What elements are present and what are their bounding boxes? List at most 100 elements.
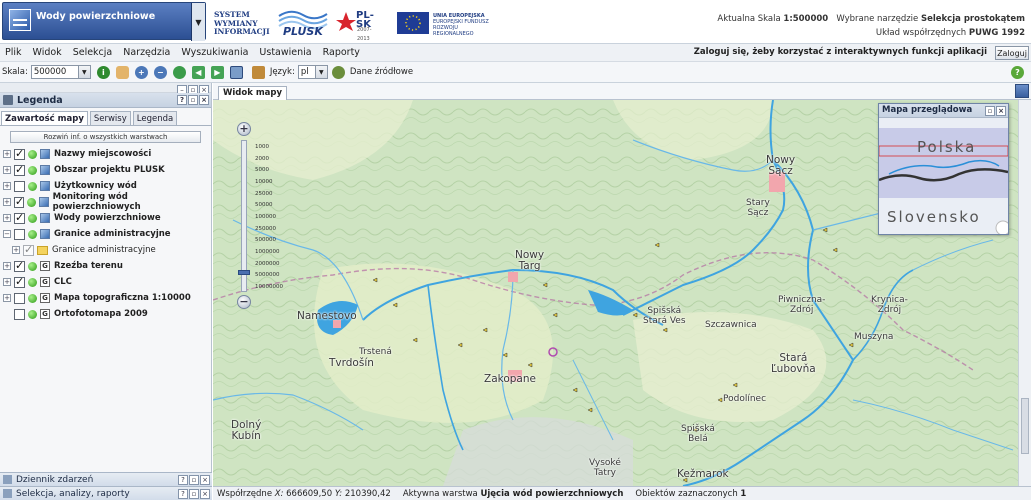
map-canvas[interactable]: Nowy Sącz Stary Sącz Nowy Targ Namestovo Tr… [213, 100, 1018, 486]
menu-reports[interactable]: Raporty [318, 47, 366, 58]
restore-icon[interactable]: ▫ [189, 489, 199, 499]
close-icon[interactable]: × [996, 106, 1006, 116]
map-area: Widok mapy Nowy Sącz Stary Sącz Nowy Tar… [213, 83, 1031, 500]
expand-icon[interactable]: + [3, 294, 11, 302]
login-button[interactable]: Zaloguj [995, 46, 1029, 60]
overview-map-panel: Mapa przeglądowa ▫ × Polska Slovensko [878, 103, 1009, 235]
restore-icon[interactable]: ▫ [189, 475, 199, 485]
layer-checkbox[interactable] [14, 228, 25, 240]
menu-tools[interactable]: Narzędzia [118, 47, 176, 58]
event-log-panel[interactable]: Dziennik zdarzeń ? ▫ × [0, 472, 212, 486]
zoom-slider-handle[interactable] [238, 270, 250, 275]
expand-icon[interactable]: + [3, 198, 11, 206]
menu-file[interactable]: Plik [0, 47, 28, 58]
help-icon[interactable]: ? [177, 95, 187, 105]
layer-item[interactable]: G Ortofotomapa 2009 [0, 306, 211, 322]
raster-layer-icon: G [40, 293, 50, 303]
arrow-left-icon[interactable]: ◀ [191, 65, 205, 79]
layer-checkbox[interactable] [14, 163, 25, 176]
zoom-out-icon[interactable]: − [153, 65, 167, 79]
expand-icon[interactable]: + [3, 182, 11, 190]
scrollbar-thumb[interactable] [1021, 398, 1029, 454]
zoom-in-icon[interactable]: + [134, 65, 148, 79]
help-icon[interactable]: ? [178, 475, 188, 485]
expand-icon[interactable]: + [3, 262, 11, 270]
rectangle-select-icon[interactable] [229, 65, 243, 79]
tab-map-content[interactable]: Zawartość mapy [1, 111, 88, 125]
layer-checkbox[interactable] [14, 308, 25, 320]
water-layer-icon [9, 9, 31, 31]
overview-map[interactable]: Polska Slovensko [879, 118, 1008, 234]
zoom-in-button[interactable]: + [237, 122, 251, 136]
chevron-down-icon[interactable]: ▼ [314, 66, 327, 78]
zoom-scale-label: 5000000 [255, 272, 280, 279]
data-sources-link[interactable]: Dane źródłowe [350, 67, 413, 77]
layer-type-icon [40, 229, 50, 239]
logo-eu: UNIA EUROPEJSKA EUROPEJSKI FUNDUSZ ROZWO… [397, 10, 497, 37]
menu-search[interactable]: Wyszukiwania [176, 47, 254, 58]
layer-item[interactable]: +Obszar projektu PLUSK [0, 162, 211, 178]
help-icon[interactable]: ? [178, 489, 188, 499]
zoom-out-button[interactable]: − [237, 295, 251, 309]
place-label: Namestovo [297, 310, 357, 322]
pan-hand-icon[interactable] [115, 65, 129, 79]
close-icon[interactable]: × [200, 475, 210, 485]
layer-checkbox[interactable] [14, 275, 25, 288]
tab-map-view[interactable]: Widok mapy [218, 86, 288, 100]
expand-icon[interactable]: + [3, 278, 11, 286]
place-label: Kežmarok [677, 468, 729, 480]
chevron-down-icon[interactable]: ▼ [77, 66, 90, 78]
globe-icon[interactable] [172, 65, 186, 79]
layer-item[interactable]: +GCLC [0, 274, 211, 290]
menu-settings[interactable]: Ustawienia [254, 47, 317, 58]
layer-item[interactable]: − Granice administracyjne [0, 226, 211, 242]
layer-item[interactable]: +Nazwy miejscowości [0, 146, 211, 162]
search-icon[interactable] [1015, 84, 1029, 98]
language-select[interactable]: pl ▼ [297, 65, 328, 79]
layer-item[interactable]: +Monitoring wód powierzchniowych [0, 192, 211, 212]
place-label: Muszyna [854, 332, 894, 342]
overview-label-slovakia: Slovensko [887, 208, 981, 226]
left-panel: – ▫ × Legenda ? ▫ × Zawartość mapy Serwisy L… [0, 83, 212, 500]
restore-icon[interactable]: ▫ [985, 106, 995, 116]
layer-checkbox[interactable] [14, 211, 25, 224]
map-print-icon[interactable] [251, 65, 265, 79]
layer-item[interactable]: + G Mapa topograficzna 1:10000 [0, 290, 211, 306]
layer-type-icon [40, 213, 50, 223]
layer-item[interactable]: +Wody powierzchniowe [0, 210, 211, 226]
menu-view[interactable]: Widok [28, 47, 68, 58]
expand-all-layers-button[interactable]: Rozwiń inf. o wszystkich warstwach [10, 131, 201, 143]
layer-checkbox[interactable] [14, 292, 25, 304]
theme-selector[interactable]: Wody powierzchniowe ▼ [2, 2, 206, 41]
map-scrollbar[interactable] [1018, 100, 1031, 486]
layer-checkbox[interactable] [14, 180, 25, 192]
layer-checkbox[interactable] [13, 195, 25, 208]
arrow-right-icon[interactable]: ▶ [210, 65, 224, 79]
login-message: Zaloguj się, żeby korzystać z interaktyw… [693, 47, 987, 57]
layer-item[interactable]: +GRzeźba terenu [0, 258, 211, 274]
collapse-icon[interactable]: − [3, 230, 11, 238]
restore-icon[interactable]: ▫ [188, 95, 198, 105]
scale-select[interactable]: 500000 ▼ [30, 65, 91, 79]
logo-plsk: PL-SK 2007-2013 [336, 8, 384, 42]
zoom-scale-label: 2000000 [255, 260, 280, 267]
tab-legend[interactable]: Legenda [132, 111, 178, 125]
expand-icon[interactable]: + [3, 150, 11, 158]
visibility-icon [28, 229, 37, 239]
tab-services[interactable]: Serwisy [89, 111, 131, 125]
chevron-down-icon[interactable]: ▼ [191, 3, 205, 41]
close-icon[interactable]: × [199, 95, 209, 105]
expand-icon[interactable]: + [3, 166, 11, 174]
layer-checkbox[interactable] [14, 259, 25, 272]
layer-item[interactable]: +Granice administracyjne [0, 242, 211, 258]
info-icon[interactable]: i [96, 65, 110, 79]
layer-checkbox[interactable] [14, 147, 25, 160]
expand-icon[interactable]: + [3, 214, 11, 222]
expand-icon[interactable]: + [12, 246, 20, 254]
close-icon[interactable]: × [200, 489, 210, 499]
zoom-scale-label: 1000000 [255, 249, 280, 255]
selection-panel[interactable]: Selekcja, analizy, raporty ? ▫ × [0, 486, 212, 500]
menu-selection[interactable]: Selekcja [68, 47, 119, 58]
layer-checkbox[interactable] [23, 243, 34, 256]
help-icon[interactable]: ? [1011, 66, 1024, 79]
